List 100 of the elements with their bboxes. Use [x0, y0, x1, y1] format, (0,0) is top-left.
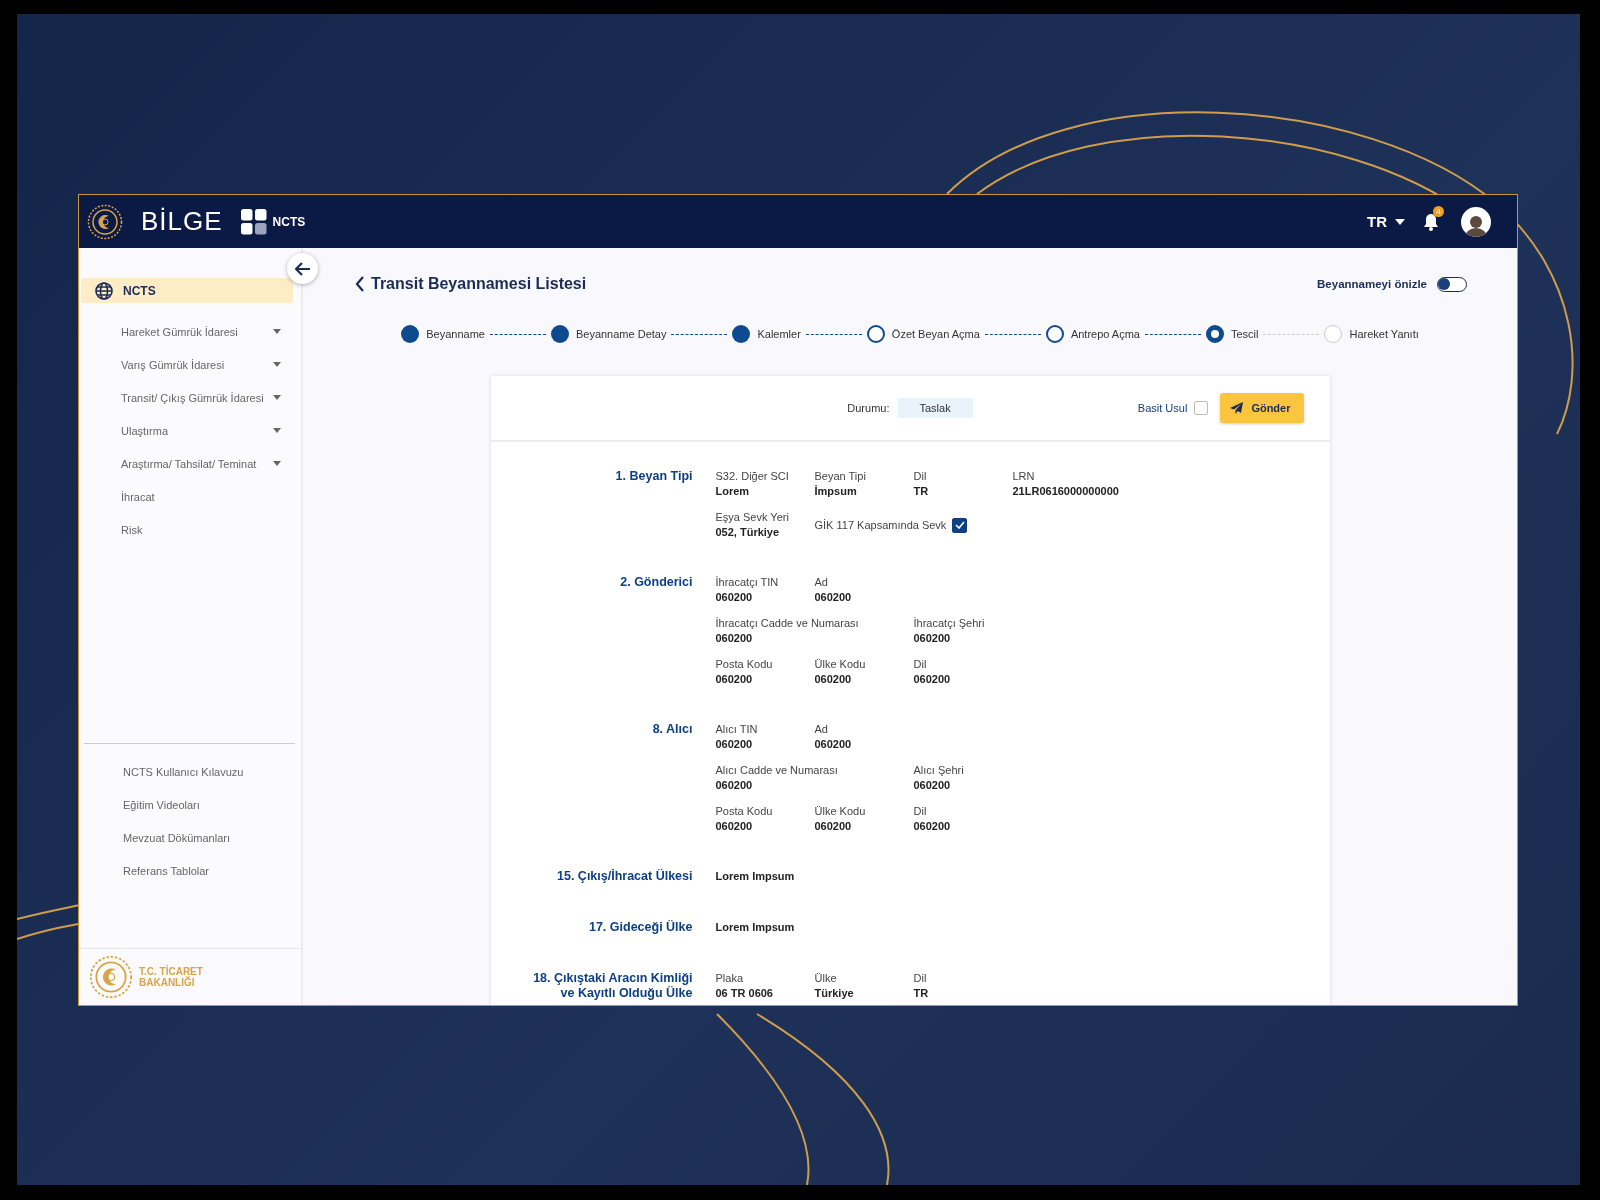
field-value: 060200	[715, 631, 753, 645]
checkbox-label: GİK 117 Kapsamında Sevk	[814, 519, 947, 531]
field-value: 060200	[814, 672, 852, 686]
field-label: Dil	[913, 972, 927, 984]
step[interactable]: Beyanname Detay	[550, 325, 667, 343]
section-title: 18. Çıkıştaki Aracın Kimliği ve Kayıtlı Olduğu Ülke	[532, 971, 693, 1001]
field-value: TR	[913, 484, 929, 498]
status-label: Durumu:	[847, 402, 890, 414]
sidebar-item[interactable]: Hareket Gümrük İdaresi	[79, 315, 301, 348]
step[interactable]: Özet Beyan Açma	[866, 325, 980, 343]
logo-text: BİLGE	[141, 206, 223, 237]
field-label: Alıcı TIN	[715, 723, 758, 735]
section-title: 2. Gönderici	[619, 575, 693, 591]
help-link[interactable]: Referans Tablolar	[79, 855, 301, 888]
field-value: 21LR0616000000000	[1012, 484, 1119, 498]
paper-plane-icon	[1230, 402, 1244, 414]
preview-toggle[interactable]	[1437, 276, 1467, 292]
sidebar-item[interactable]: Transit/ Çıkış Gümrük İdaresi	[79, 381, 301, 414]
step[interactable]: Beyanname	[401, 325, 485, 343]
send-button[interactable]: Gönder	[1220, 393, 1304, 423]
section-title: 8. Alıcı	[651, 722, 693, 738]
field-value: 060200	[913, 672, 951, 686]
field-label: S32. Diğer SCI	[715, 470, 789, 482]
field-value: Lorem Impsum	[715, 920, 796, 935]
field-label: Ülke	[814, 972, 837, 984]
caret-icon	[273, 461, 281, 466]
avatar[interactable]	[1461, 206, 1491, 237]
caret-icon	[273, 362, 281, 367]
caret-icon	[273, 428, 281, 433]
field-label: Posta Kodu	[715, 805, 773, 817]
field-value: 060200	[913, 778, 951, 792]
notification-badge: 4	[1433, 205, 1444, 217]
field-value: İmpsum	[814, 484, 857, 498]
field-label: Posta Kodu	[715, 658, 773, 670]
help-link[interactable]: NCTS Kullanıcı Kılavuzu	[79, 756, 301, 789]
step[interactable]: Kalemler	[732, 325, 801, 343]
grid-icon[interactable]	[240, 208, 267, 235]
page-title: Transit Beyannamesi Listesi	[371, 275, 587, 293]
field-label: Beyan Tipi	[814, 470, 866, 482]
field-value: 06 TR 0606	[715, 986, 773, 1000]
field-value: 060200	[715, 778, 753, 792]
globe-icon	[95, 281, 113, 300]
sidebar-item[interactable]: Ulaştırma	[79, 414, 301, 447]
toggle-label: Beyannameyi önizle	[1317, 278, 1427, 290]
checkbox-label: Basit Usul	[1137, 402, 1188, 414]
checkbox[interactable]	[952, 517, 968, 533]
field-value: 060200	[715, 590, 753, 604]
ministry-name: T.C. TİCARET BAKANLIĞI	[139, 966, 203, 988]
field-label: İhracatçı Şehri	[913, 617, 985, 629]
field-label: Alıcı Cadde ve Numarası	[715, 764, 838, 776]
checkbox[interactable]	[1194, 401, 1209, 415]
bell-icon[interactable]	[1423, 212, 1439, 231]
app-label: NCTS	[272, 214, 306, 229]
status-value: Taslak	[897, 398, 973, 418]
field-label: Ülke Kodu	[814, 658, 866, 670]
section-title: 17. Gideceği Ülke	[587, 920, 693, 935]
sidebar-item[interactable]: Risk	[79, 513, 301, 546]
arrow-left-icon	[294, 261, 311, 276]
field-label: İhracatçı TIN	[715, 576, 779, 588]
sidebar-item[interactable]: NCTS	[81, 278, 293, 303]
language-selector[interactable]: TR	[1367, 213, 1405, 230]
field-value: 060200	[715, 819, 753, 833]
field-label: Ülke Kodu	[814, 805, 866, 817]
step[interactable]: Tescil	[1205, 325, 1259, 343]
field-label: Dil	[913, 470, 927, 482]
field-label: Alıcı Şehri	[913, 764, 964, 776]
field-label: Plaka	[715, 972, 744, 984]
field-value: 060200	[814, 819, 852, 833]
collapse-button[interactable]	[287, 253, 318, 284]
field-label: LRN	[1012, 470, 1035, 482]
step[interactable]: Hareket Yanıtı	[1324, 325, 1419, 343]
section-title: 15. Çıkış/İhracat Ülkesi	[556, 869, 693, 884]
field-value: TR	[913, 986, 929, 1000]
field-label: Eşya Sevk Yeri	[715, 511, 789, 523]
caret-icon	[273, 329, 281, 334]
help-link[interactable]: Mevzuat Dökümanları	[79, 822, 301, 855]
sidebar-item[interactable]: Varış Gümrük İdaresi	[79, 348, 301, 381]
emblem-icon	[87, 203, 123, 240]
field-value: 060200	[715, 737, 753, 751]
step[interactable]: Antrepo Açma	[1045, 325, 1140, 343]
field-value: 060200	[913, 631, 951, 645]
field-value: 060200	[715, 672, 753, 686]
field-value: 060200	[814, 590, 852, 604]
field-value: Türkiye	[814, 986, 854, 1000]
field-label: Ad	[814, 723, 828, 735]
field-value: 060200	[814, 737, 852, 751]
section-title: 1. Beyan Tipi	[614, 469, 693, 485]
field-value: Lorem Impsum	[715, 869, 796, 884]
field-value: 060200	[913, 819, 951, 833]
sidebar-item[interactable]: Araştırma/ Tahsilat/ Teminat	[79, 447, 301, 480]
field-label: Dil	[913, 805, 927, 817]
caret-icon	[1395, 218, 1405, 225]
caret-icon	[273, 395, 281, 400]
field-value: Lorem	[715, 484, 750, 498]
field-label: Dil	[913, 658, 927, 670]
sidebar-item[interactable]: İhracat	[79, 480, 301, 513]
chevron-left-icon[interactable]	[355, 276, 365, 292]
field-value: 052, Türkiye	[715, 525, 780, 539]
help-link[interactable]: Eğitim Videoları	[79, 789, 301, 822]
ministry-emblem-icon	[89, 955, 133, 999]
